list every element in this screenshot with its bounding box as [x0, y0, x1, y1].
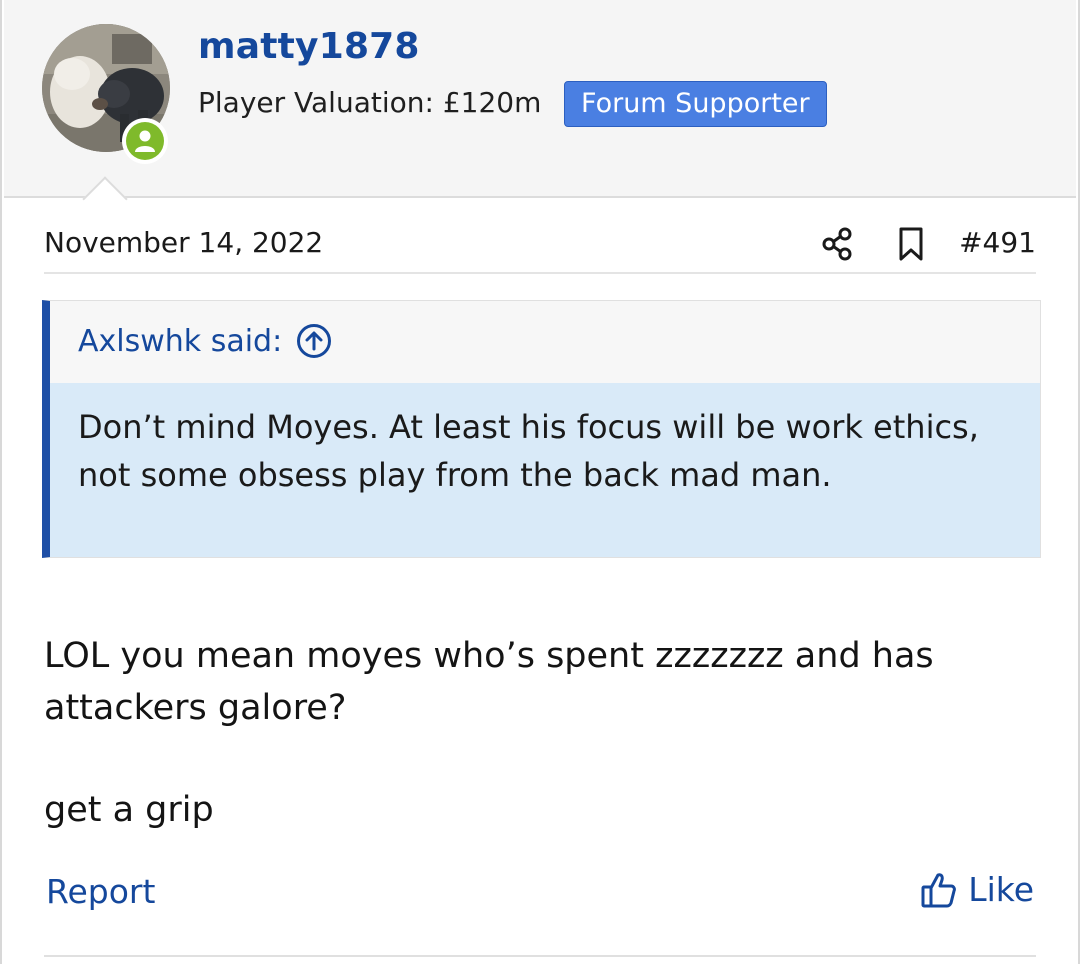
post-container: matty1878 Player Valuation: £120m Forum … [0, 0, 1080, 964]
quote-text: Don’t mind Moyes. At least his focus wil… [50, 383, 1040, 557]
like-button[interactable]: Like [920, 870, 1034, 909]
username-link[interactable]: matty1878 [198, 26, 420, 67]
user-online-icon [126, 122, 164, 160]
quote-author: Axlswhk said: [78, 323, 283, 359]
post-body: LOL you mean moyes who’s spent zzzzzzz a… [44, 630, 1034, 836]
like-label: Like [968, 870, 1034, 909]
post-paragraph: LOL you mean moyes who’s spent zzzzzzz a… [44, 636, 934, 728]
thumbs-up-icon [921, 872, 957, 907]
post-date[interactable]: November 14, 2022 [44, 226, 323, 259]
bookmark-icon[interactable] [896, 226, 926, 262]
forum-supporter-badge: Forum Supporter [564, 81, 827, 127]
report-link[interactable]: Report [46, 872, 155, 911]
header-pointer [82, 174, 128, 220]
share-icon[interactable] [820, 226, 856, 262]
player-valuation: Player Valuation: £120m [198, 86, 542, 119]
quote-block: Axlswhk said: Don’t mind Moyes. At least… [42, 300, 1041, 558]
post-meta-bar: November 14, 2022 #491 [44, 216, 1036, 274]
post-paragraph: get a grip [44, 790, 214, 830]
post-divider [44, 955, 1036, 957]
user-header: matty1878 Player Valuation: £120m Forum … [4, 0, 1076, 198]
arrow-up-circle-icon[interactable] [296, 323, 332, 359]
online-status-badge [122, 118, 168, 164]
post-number-link[interactable]: #491 [959, 226, 1036, 259]
quote-author-link[interactable]: Axlswhk said: [78, 323, 332, 359]
